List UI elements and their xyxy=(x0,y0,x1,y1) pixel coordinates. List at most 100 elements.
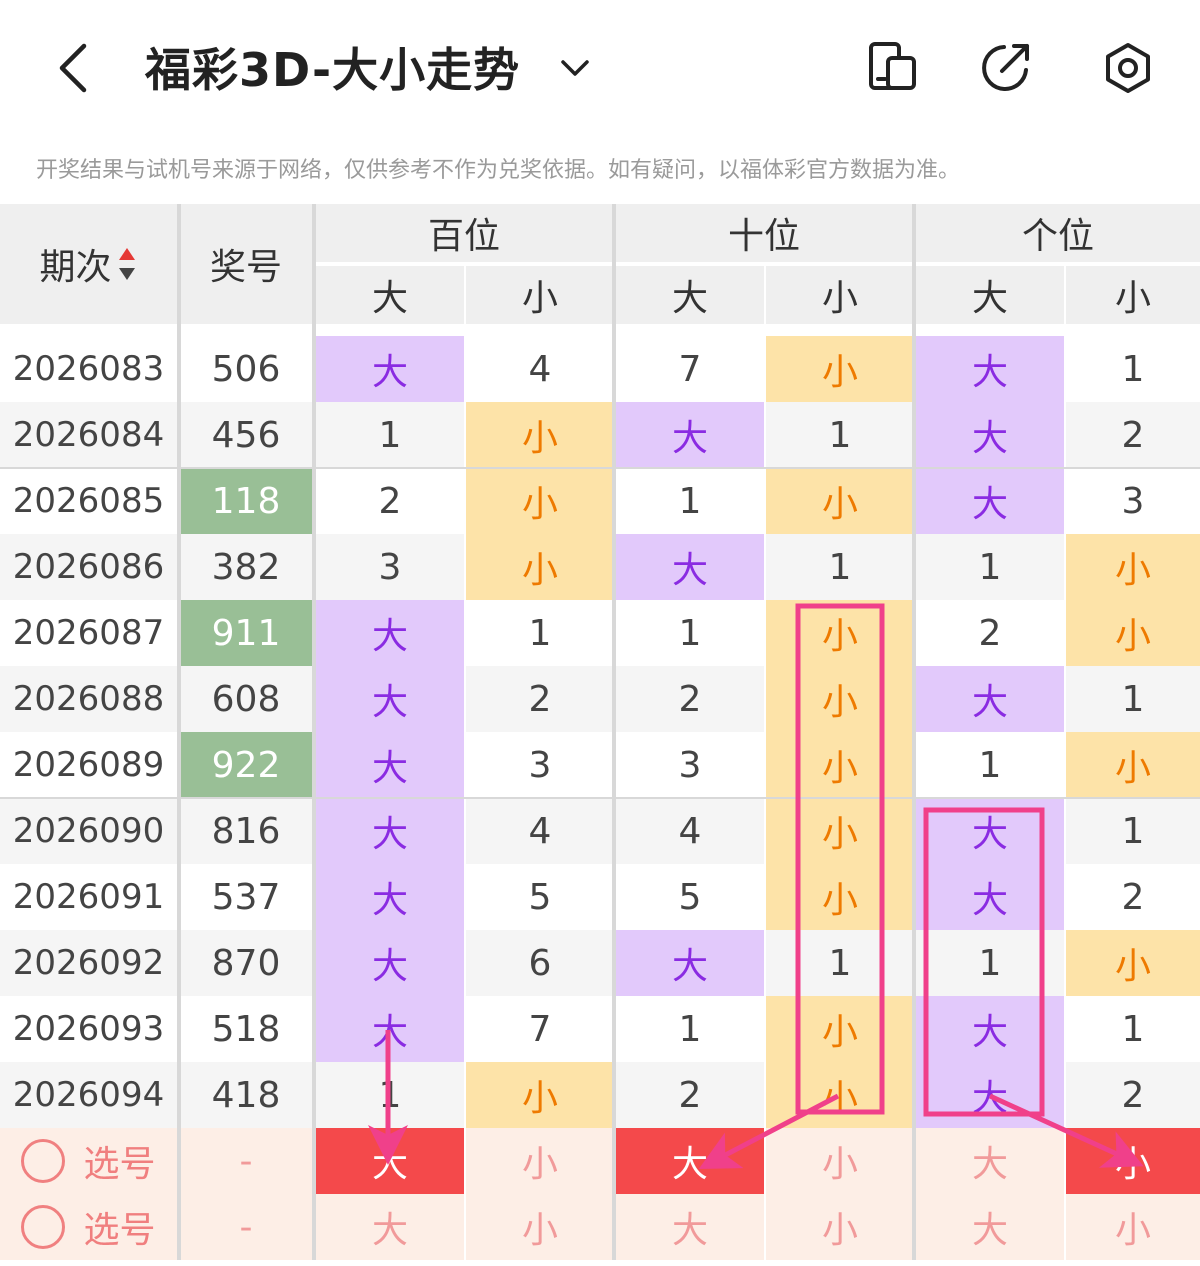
column-header-period[interactable]: 期次 xyxy=(0,204,177,324)
trend-cell: 4 xyxy=(466,798,614,864)
trend-cell: 1 xyxy=(1066,336,1200,402)
select-option-cell[interactable]: 大 xyxy=(616,1128,764,1194)
number-cell: 456 xyxy=(180,402,312,468)
select-option-cell[interactable]: 大 xyxy=(316,1128,464,1194)
period-cell: 2026094 xyxy=(0,1062,177,1128)
radio-circle-icon[interactable] xyxy=(21,1139,66,1183)
column-header-number: 奖号 xyxy=(180,204,312,324)
trend-cell: 4 xyxy=(466,336,614,402)
number-cell: 922 xyxy=(180,732,312,798)
page-title[interactable]: 福彩3D-大小走势 xyxy=(145,34,520,100)
trend-cell: 3 xyxy=(1066,468,1200,534)
back-arrow-icon[interactable] xyxy=(50,38,100,98)
select-option-cell[interactable]: 大 xyxy=(316,1194,464,1260)
column-divider xyxy=(312,204,316,1260)
trend-cell: 大 xyxy=(616,534,764,600)
trend-cell: 2 xyxy=(316,468,464,534)
share-icon[interactable] xyxy=(976,38,1036,98)
select-row-label[interactable]: 选号 xyxy=(0,1194,177,1260)
select-option-cell[interactable]: 小 xyxy=(1066,1194,1200,1260)
trend-cell: 1 xyxy=(916,732,1064,798)
trend-cell: 大 xyxy=(616,402,764,468)
select-dash: - xyxy=(180,1194,312,1260)
chevron-down-icon[interactable] xyxy=(555,48,595,88)
trend-cell: 1 xyxy=(316,1062,464,1128)
trend-cell: 大 xyxy=(916,468,1064,534)
select-option-cell[interactable]: 大 xyxy=(916,1128,1064,1194)
trend-cell: 6 xyxy=(466,930,614,996)
row-divider xyxy=(0,797,1200,799)
select-option-cell[interactable]: 小 xyxy=(466,1194,614,1260)
number-cell: 518 xyxy=(180,996,312,1062)
number-cell: 418 xyxy=(180,1062,312,1128)
select-option-cell[interactable]: 大 xyxy=(616,1194,764,1260)
trend-cell: 1 xyxy=(1066,798,1200,864)
trend-cell: 1 xyxy=(766,402,914,468)
trend-cell: 1 xyxy=(466,600,614,666)
select-label: 选号 xyxy=(83,1144,156,1185)
number-cell: 816 xyxy=(180,798,312,864)
column-divider xyxy=(612,204,616,1260)
trend-cell: 1 xyxy=(316,402,464,468)
period-cell: 2026091 xyxy=(0,864,177,930)
trend-cell: 小 xyxy=(766,468,914,534)
trend-cell: 小 xyxy=(766,600,914,666)
select-option-cell[interactable]: 小 xyxy=(766,1128,914,1194)
trend-cell: 1 xyxy=(766,534,914,600)
row-divider xyxy=(0,467,1200,469)
trend-cell: 大 xyxy=(916,402,1064,468)
trend-cell: 小 xyxy=(766,336,914,402)
period-cell: 2026089 xyxy=(0,732,177,798)
trend-cell: 小 xyxy=(766,732,914,798)
trend-cell: 小 xyxy=(466,468,614,534)
sub-header-small: 小 xyxy=(466,266,614,324)
sub-header-big: 大 xyxy=(316,266,464,324)
trend-cell: 3 xyxy=(466,732,614,798)
trend-cell: 2 xyxy=(616,666,764,732)
trend-cell: 小 xyxy=(1066,732,1200,798)
number-cell: 506 xyxy=(180,336,312,402)
period-cell: 2026085 xyxy=(0,468,177,534)
number-cell: 911 xyxy=(180,600,312,666)
select-option-cell[interactable]: 大 xyxy=(916,1194,1064,1260)
trend-cell: 1 xyxy=(916,930,1064,996)
period-cell: 2026083 xyxy=(0,336,177,402)
trend-cell: 大 xyxy=(916,864,1064,930)
trend-cell: 3 xyxy=(316,534,464,600)
trend-cell: 小 xyxy=(766,996,914,1062)
phone-tablet-icon[interactable] xyxy=(862,38,922,98)
select-row-label[interactable]: 选号 xyxy=(0,1128,177,1194)
trend-cell: 小 xyxy=(466,402,614,468)
trend-cell: 1 xyxy=(616,468,764,534)
select-option-cell[interactable]: 小 xyxy=(1066,1128,1200,1194)
trend-cell: 大 xyxy=(316,336,464,402)
trend-cell: 小 xyxy=(466,534,614,600)
trend-cell: 1 xyxy=(1066,996,1200,1062)
period-label: 期次 xyxy=(39,247,112,288)
radio-circle-icon[interactable] xyxy=(21,1205,66,1249)
period-cell: 2026093 xyxy=(0,996,177,1062)
trend-cell: 大 xyxy=(316,732,464,798)
trend-cell: 大 xyxy=(316,930,464,996)
trend-cell: 3 xyxy=(616,732,764,798)
select-option-cell[interactable]: 小 xyxy=(766,1194,914,1260)
select-dash: - xyxy=(180,1128,312,1194)
sub-header-big: 大 xyxy=(616,266,764,324)
number-cell: 870 xyxy=(180,930,312,996)
trend-cell: 大 xyxy=(316,798,464,864)
trend-cell: 2 xyxy=(1066,864,1200,930)
period-cell: 2026086 xyxy=(0,534,177,600)
settings-icon[interactable] xyxy=(1098,38,1158,98)
group-header-1: 十位 xyxy=(616,204,912,262)
trend-cell: 2 xyxy=(466,666,614,732)
trend-cell: 大 xyxy=(316,864,464,930)
trend-cell: 大 xyxy=(916,336,1064,402)
trend-cell: 4 xyxy=(616,798,764,864)
select-option-cell[interactable]: 小 xyxy=(466,1128,614,1194)
trend-cell: 1 xyxy=(616,996,764,1062)
trend-cell: 7 xyxy=(466,996,614,1062)
trend-cell: 1 xyxy=(1066,666,1200,732)
sort-icon[interactable] xyxy=(116,244,138,284)
app-header: 福彩3D-大小走势 xyxy=(0,0,1200,136)
period-cell: 2026090 xyxy=(0,798,177,864)
